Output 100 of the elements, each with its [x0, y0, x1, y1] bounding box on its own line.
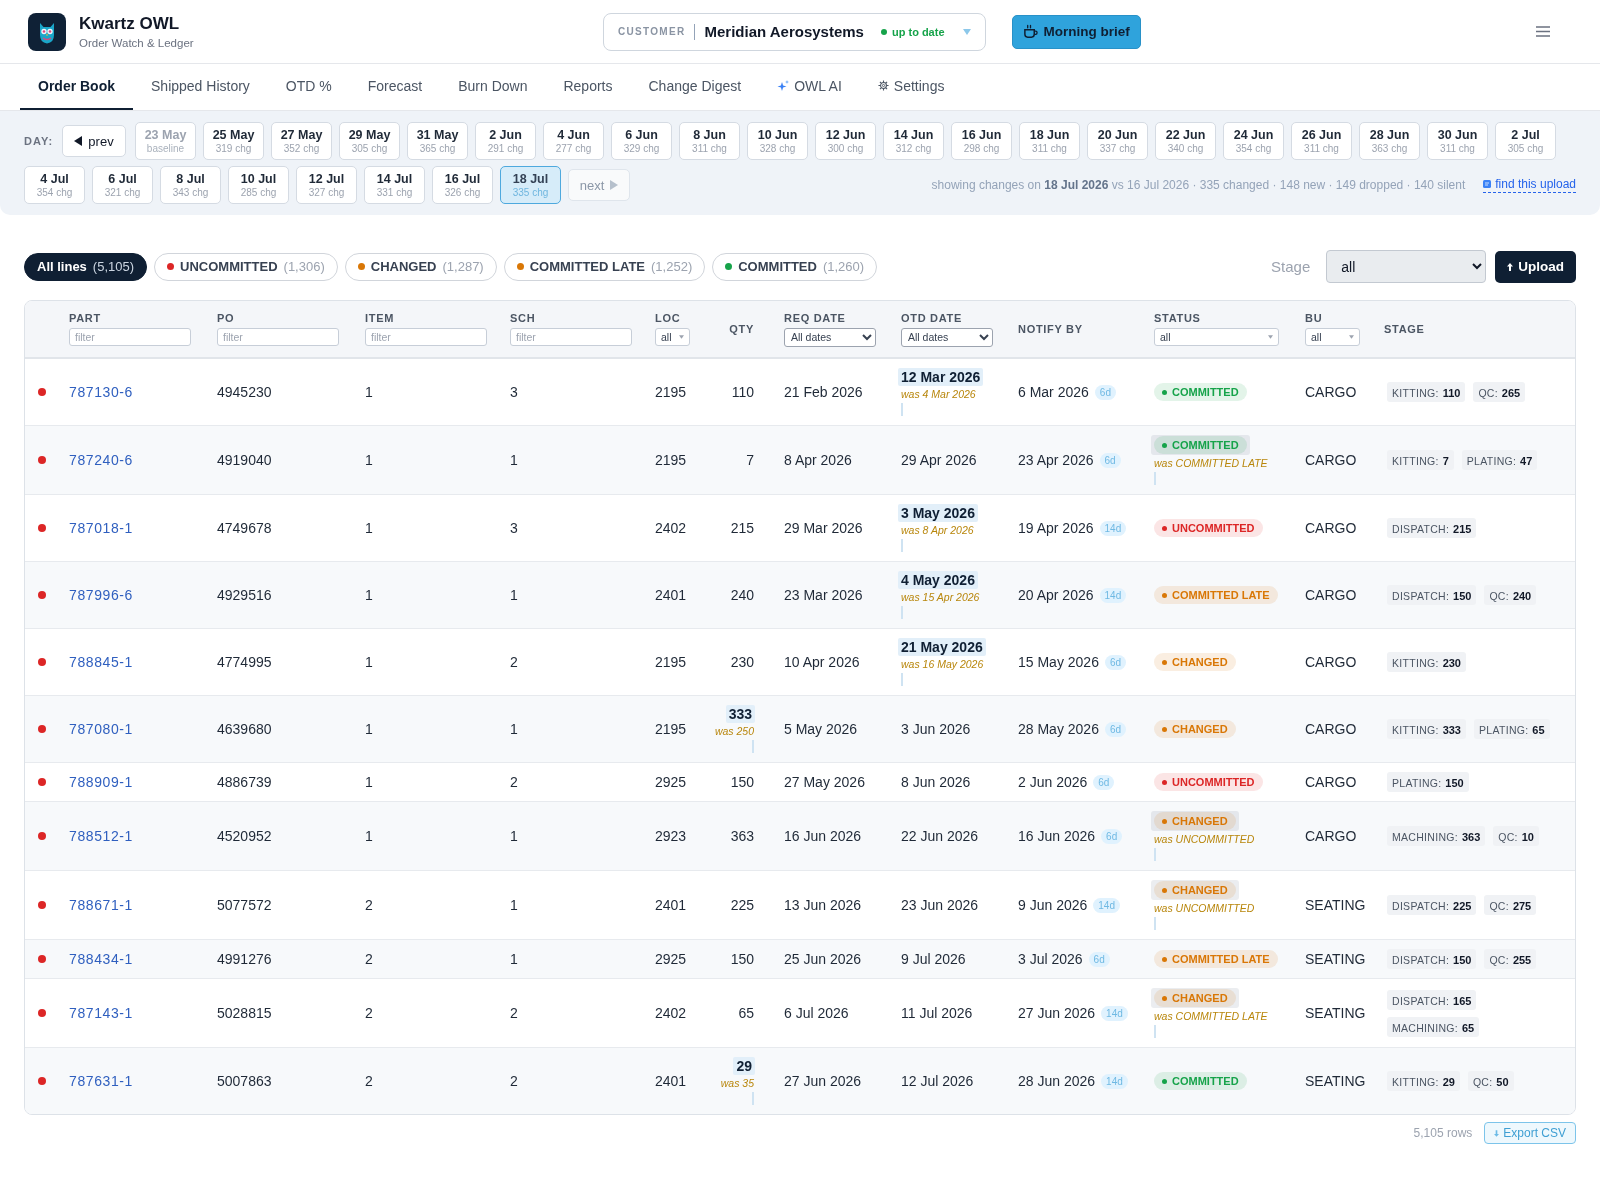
day-button[interactable]: 4 Jul 354 chg	[24, 166, 85, 204]
day-button[interactable]: 4 Jun 277 chg	[543, 122, 604, 160]
menu-icon[interactable]	[1534, 24, 1552, 39]
stage-chip: PLATING: 150	[1387, 772, 1469, 792]
day-button[interactable]: 10 Jun 328 chg	[747, 122, 808, 160]
day-button[interactable]: 6 Jul 321 chg	[92, 166, 153, 204]
part-link[interactable]: 787631-1	[69, 1073, 133, 1089]
status-filter-chip[interactable]: All lines (5,105)	[24, 252, 148, 281]
stage-chip: KITTING: 333	[1387, 719, 1466, 739]
nav-tab[interactable]: Shipped History	[133, 64, 268, 110]
day-button[interactable]: 2 Jun 291 chg	[475, 122, 536, 160]
filter-input[interactable]: filter	[510, 328, 632, 346]
day-button[interactable]: 26 Jun 311 chg	[1291, 122, 1352, 160]
day-button[interactable]: 8 Jun 311 chg	[679, 122, 740, 160]
day-button[interactable]: 12 Jul 327 chg	[296, 166, 357, 204]
day-button[interactable]: 12 Jun 300 chg	[815, 122, 876, 160]
column-header: PO	[217, 312, 235, 324]
part-link[interactable]: 787130-6	[69, 384, 133, 400]
part-link[interactable]: 788845-1	[69, 654, 133, 670]
date-filter-select[interactable]: All dates	[784, 327, 876, 347]
change-marker-icon	[752, 1092, 754, 1105]
day-button[interactable]: 18 Jul 335 chg	[500, 166, 561, 204]
nav-tab[interactable]: Change Digest	[630, 64, 760, 110]
morning-brief-button[interactable]: Morning brief	[1011, 14, 1141, 49]
previous-otd-date: was 16 May 2026	[901, 658, 984, 670]
nav-tab[interactable]: OTD %	[267, 64, 350, 110]
status-filter-chip[interactable]: UNCOMMITTED (1,306)	[154, 252, 338, 281]
status-filter-chip[interactable]: COMMITTED LATE (1,252)	[503, 252, 706, 281]
status-pill: COMMITTED	[1151, 435, 1250, 455]
prev-button[interactable]: prev	[62, 125, 126, 157]
day-button[interactable]: 22 Jun 340 chg	[1155, 122, 1216, 160]
stage-chip: KITTING: 7	[1387, 450, 1454, 470]
upload-button[interactable]: Upload	[1495, 250, 1576, 283]
caret-icon	[679, 335, 684, 339]
po-number: 4520952	[217, 828, 272, 844]
day-button[interactable]: 28 Jun 363 chg	[1359, 122, 1420, 160]
part-link[interactable]: 787143-1	[69, 1005, 133, 1021]
change-marker-icon	[1154, 1025, 1156, 1038]
part-link[interactable]: 787080-1	[69, 721, 133, 737]
request-date: 27 May 2026	[784, 774, 865, 790]
day-button[interactable]: 8 Jul 343 chg	[160, 166, 221, 204]
request-date: 21 Feb 2026	[784, 384, 863, 400]
day-button[interactable]: 16 Jul 326 chg	[432, 166, 493, 204]
part-link[interactable]: 788909-1	[69, 774, 133, 790]
part-link[interactable]: 787240-6	[69, 452, 133, 468]
lead-time-tag: 6d	[1101, 828, 1123, 844]
previous-status: was UNCOMMITTED	[1154, 833, 1255, 845]
part-link[interactable]: 787996-6	[69, 587, 133, 603]
day-button[interactable]: 31 May 365 chg	[407, 122, 468, 160]
status-filter-chip[interactable]: COMMITTED (1,260)	[712, 252, 878, 281]
day-button[interactable]: 6 Jun 329 chg	[611, 122, 672, 160]
previous-otd-date: was 15 Apr 2026	[901, 591, 980, 603]
day-button[interactable]: 16 Jun 298 chg	[951, 122, 1012, 160]
lead-time-tag: 6d	[1104, 721, 1127, 737]
item-number: 2	[365, 951, 373, 967]
day-button[interactable]: 14 Jul 331 chg	[364, 166, 425, 204]
day-button[interactable]: 24 Jun 354 chg	[1223, 122, 1284, 160]
filter-input[interactable]: filter	[69, 328, 191, 346]
day-label: DAY:	[24, 135, 55, 147]
day-button[interactable]: 20 Jun 337 chg	[1087, 122, 1148, 160]
filter-select[interactable]: all	[655, 328, 690, 346]
previous-quantity: was 35	[720, 1077, 754, 1089]
otd-date: 12 Jul 2026	[901, 1073, 974, 1089]
nav-tab[interactable]: OWL AI	[759, 64, 860, 110]
business-unit: CARGO	[1305, 828, 1357, 844]
status-pill: CHANGED	[1151, 988, 1239, 1008]
nav-tab[interactable]: Burn Down	[440, 64, 546, 110]
day-button[interactable]: 2 Jul 305 chg	[1495, 122, 1556, 160]
filter-input[interactable]: filter	[217, 328, 339, 346]
business-unit: CARGO	[1305, 654, 1357, 670]
filter-select[interactable]: all	[1305, 328, 1360, 346]
nav-tab[interactable]: Reports	[545, 64, 631, 110]
part-link[interactable]: 788512-1	[69, 828, 133, 844]
part-link[interactable]: 787018-1	[69, 520, 133, 536]
day-button[interactable]: 10 Jul 285 chg	[228, 166, 289, 204]
stage-select[interactable]: all	[1326, 250, 1487, 283]
status-pill: COMMITTED LATE	[1154, 586, 1278, 604]
date-filter-select[interactable]: All dates	[901, 327, 993, 347]
day-button[interactable]: 30 Jun 311 chg	[1427, 122, 1488, 160]
nav-tab[interactable]: Settings	[859, 64, 963, 110]
day-button[interactable]: 14 Jun 312 chg	[883, 122, 944, 160]
location-code: 2925	[655, 774, 687, 790]
filter-input[interactable]: filter	[365, 328, 487, 346]
day-button[interactable]: 18 Jun 311 chg	[1019, 122, 1080, 160]
nav-tab[interactable]: Forecast	[349, 64, 441, 110]
day-button[interactable]: 29 May 305 chg	[339, 122, 400, 160]
day-button[interactable]: 27 May 352 chg	[271, 122, 332, 160]
part-link[interactable]: 788671-1	[69, 897, 133, 913]
column-header: LOC	[655, 312, 681, 324]
customer-selector[interactable]: CUSTOMER Meridian Aerosystems up to date	[603, 12, 986, 51]
po-number: 4639680	[217, 721, 272, 737]
find-upload-link[interactable]: find this upload	[1483, 177, 1576, 193]
schedule-number: 2	[510, 774, 518, 790]
filter-select[interactable]: all	[1154, 328, 1279, 346]
part-link[interactable]: 788434-1	[69, 951, 133, 967]
right-triangle-icon	[610, 180, 619, 190]
changed-otd-date: 21 May 2026	[898, 638, 986, 656]
status-filter-chip[interactable]: CHANGED (1,287)	[344, 252, 497, 281]
item-number: 2	[365, 897, 373, 913]
day-button[interactable]: 25 May 319 chg	[203, 122, 264, 160]
